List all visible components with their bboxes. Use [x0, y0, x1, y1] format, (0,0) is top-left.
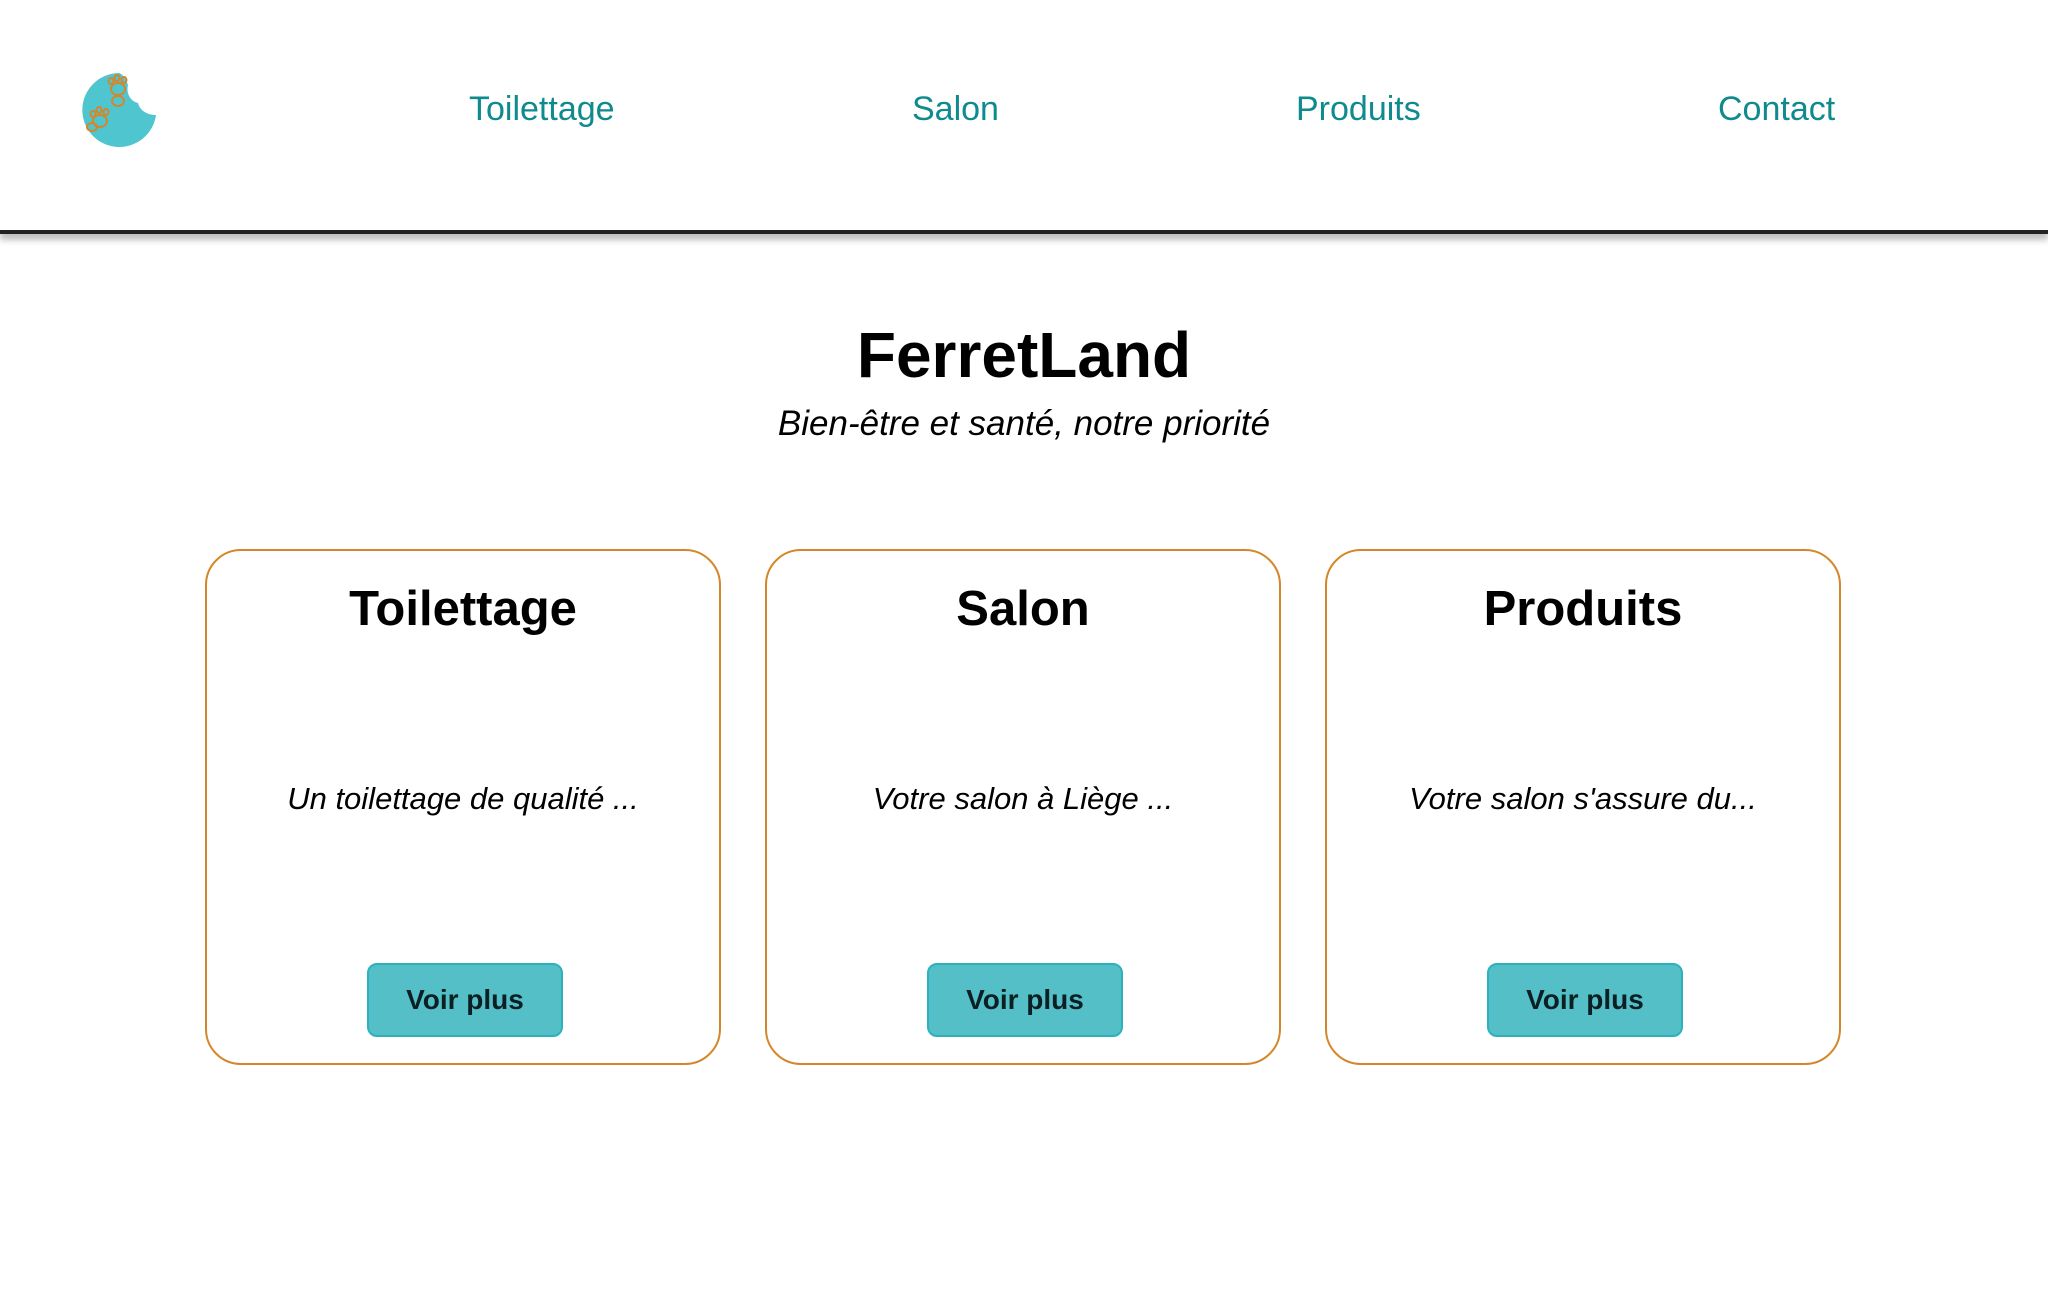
- nav-link-toilettage[interactable]: Toilettage: [469, 90, 615, 129]
- card-text: Votre salon à Liège ...: [872, 781, 1174, 816]
- card-title: Salon: [956, 582, 1090, 636]
- page-subtitle: Bien-être et santé, notre priorité: [777, 404, 1271, 443]
- page-title: FerretLand: [856, 319, 1192, 391]
- voir-plus-button[interactable]: Voir plus: [1487, 963, 1683, 1037]
- card-produits: Produits Votre salon s'assure du... Voir…: [1325, 549, 1841, 1065]
- main-nav: Toilettage Salon Produits Contact: [0, 90, 2048, 134]
- card-text: Votre salon s'assure du...: [1409, 781, 1757, 816]
- voir-plus-button[interactable]: Voir plus: [367, 963, 563, 1037]
- card-text: Un toilettage de qualité ...: [287, 781, 639, 816]
- site-header: Toilettage Salon Produits Contact: [0, 0, 2048, 234]
- nav-link-produits[interactable]: Produits: [1296, 90, 1421, 129]
- card-salon: Salon Votre salon à Liège ... Voir plus: [765, 549, 1281, 1065]
- card-title: Produits: [1483, 582, 1683, 636]
- card-toilettage: Toilettage Un toilettage de qualité ... …: [205, 549, 721, 1065]
- nav-link-salon[interactable]: Salon: [912, 90, 999, 129]
- card-title: Toilettage: [349, 582, 577, 636]
- nav-link-contact[interactable]: Contact: [1718, 90, 1835, 129]
- page: Toilettage Salon Produits Contact Ferret…: [0, 0, 2048, 1302]
- voir-plus-button[interactable]: Voir plus: [927, 963, 1123, 1037]
